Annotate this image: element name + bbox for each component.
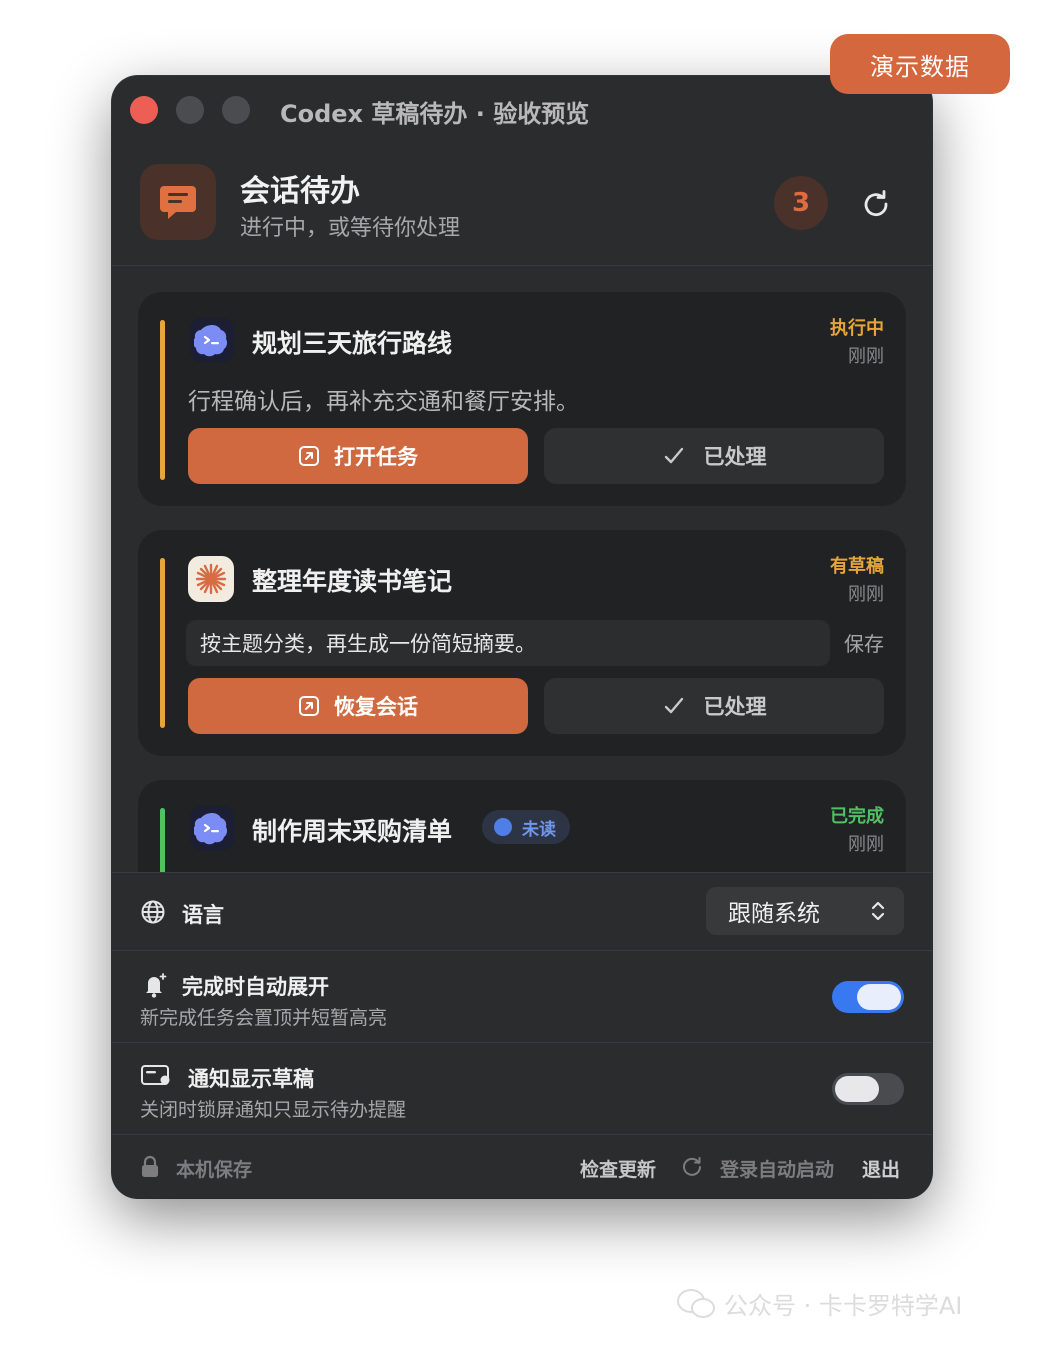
watermark-text: 公众号 · 卡卡罗特学AI (724, 1292, 963, 1320)
task-card: 整理年度读书笔记 有草稿 刚刚 按主题分类，再生成一份简短摘要。 保存 恢复会话… (138, 530, 906, 756)
quit-button[interactable]: 退出 (862, 1155, 900, 1182)
draft-input[interactable]: 按主题分类，再生成一份简短摘要。 (186, 620, 830, 666)
mark-done-label: 已处理 (703, 695, 767, 719)
close-window-button[interactable] (130, 96, 158, 124)
notify-draft-label: 通知显示草稿 (188, 1067, 314, 1091)
auto-expand-description: 新完成任务会置顶并短暂高亮 (140, 1007, 388, 1029)
check-update-button[interactable]: 检查更新 (580, 1155, 656, 1182)
timestamp: 刚刚 (848, 584, 884, 605)
header-subtitle: 进行中，或等待你处理 (240, 216, 461, 241)
language-row: 语言 跟随系统 (112, 873, 932, 951)
wechat-icon (677, 1288, 715, 1318)
title-bar: Codex 草稿待办 · 验收预览 (112, 76, 932, 142)
unread-dot-icon (494, 818, 512, 836)
notify-draft-row: 通知显示草稿 关闭时锁屏通知只显示待办提醒 (112, 1043, 932, 1135)
minimize-window-button[interactable] (176, 96, 204, 124)
open-external-icon (299, 696, 319, 716)
window-title: Codex 草稿待办 · 验收预览 (280, 100, 590, 128)
mark-done-button[interactable]: 已处理 (544, 678, 884, 734)
task-list[interactable]: 规划三天旅行路线 执行中 刚刚 行程确认后，再补充交通和餐厅安排。 打开任务 已… (112, 268, 932, 872)
open-task-label: 打开任务 (334, 445, 418, 469)
open-task-button[interactable]: 打开任务 (188, 428, 528, 484)
unread-label: 未读 (522, 819, 556, 840)
status-label: 有草稿 (830, 556, 884, 577)
checkmark-icon (664, 447, 683, 464)
open-external-icon (299, 446, 319, 466)
save-draft-button[interactable]: 保存 (844, 628, 884, 657)
status-stripe (160, 558, 165, 728)
codex-terminal-icon (190, 318, 234, 362)
auto-expand-label: 完成时自动展开 (182, 975, 329, 999)
header-title: 会话待办 (240, 174, 360, 209)
notify-draft-toggle[interactable] (832, 1073, 904, 1105)
unread-badge: 未读 (482, 810, 570, 844)
checkmark-icon (664, 697, 683, 714)
local-save-label: 本机保存 (176, 1159, 253, 1181)
notification-screen-icon (141, 1065, 170, 1085)
language-label: 语言 (182, 903, 224, 927)
chat-bubble-icon (140, 164, 216, 240)
timestamp: 刚刚 (848, 834, 884, 855)
auto-expand-row: 完成时自动展开 新完成任务会置顶并短暂高亮 (112, 951, 932, 1043)
lock-icon (142, 1155, 158, 1177)
loading-spinner-icon (683, 1157, 701, 1176)
demo-data-badge: 演示数据 (830, 34, 1010, 94)
panel-header: 会话待办 进行中，或等待你处理 3 (112, 142, 932, 266)
notify-draft-description: 关闭时锁屏通知只显示待办提醒 (140, 1099, 407, 1121)
settings-panel: 语言 跟随系统 完成时自动展开 新完成任务会置顶并短暂高亮 通知显示草稿 关闭时… (112, 872, 932, 1198)
language-select[interactable]: 跟随系统 (706, 887, 904, 935)
resume-session-button[interactable]: 恢复会话 (188, 678, 528, 734)
status-stripe (160, 808, 165, 872)
mark-done-button[interactable]: 已处理 (544, 428, 884, 484)
codex-terminal-icon (190, 806, 234, 850)
mark-done-label: 已处理 (703, 445, 767, 469)
chevron-up-down-icon (871, 901, 885, 921)
pending-count-badge: 3 (774, 176, 828, 230)
auto-expand-toggle[interactable] (832, 981, 904, 1013)
refresh-icon (864, 190, 888, 216)
task-card: 制作周末采购清单 未读 已完成 刚刚 (138, 780, 906, 872)
bell-sparkle-icon (146, 973, 167, 998)
footer-bar: 本机保存 检查更新 登录自动启动 退出 (112, 1135, 932, 1198)
login-launch-button[interactable]: 登录自动启动 (720, 1155, 834, 1182)
zoom-window-button[interactable] (222, 96, 250, 124)
language-select-value: 跟随系统 (728, 901, 820, 927)
globe-icon (141, 900, 165, 924)
task-card: 规划三天旅行路线 执行中 刚刚 行程确认后，再补充交通和餐厅安排。 打开任务 已… (138, 292, 906, 506)
resume-session-label: 恢复会话 (334, 695, 418, 719)
app-window: Codex 草稿待办 · 验收预览 会话待办 进行中，或等待你处理 3 规划三天… (112, 76, 932, 1198)
task-description: 行程确认后，再补充交通和餐厅安排。 (188, 389, 579, 415)
timestamp: 刚刚 (848, 346, 884, 367)
claude-starburst-icon (188, 556, 234, 602)
refresh-button[interactable] (854, 182, 898, 226)
status-label: 执行中 (830, 318, 884, 339)
task-title: 制作周末采购清单 (252, 817, 453, 846)
status-label: 已完成 (830, 806, 884, 827)
task-title: 整理年度读书笔记 (252, 567, 453, 596)
status-stripe (160, 320, 165, 480)
watermark: 公众号 · 卡卡罗特学AI (676, 1286, 962, 1321)
task-title: 规划三天旅行路线 (252, 329, 453, 358)
